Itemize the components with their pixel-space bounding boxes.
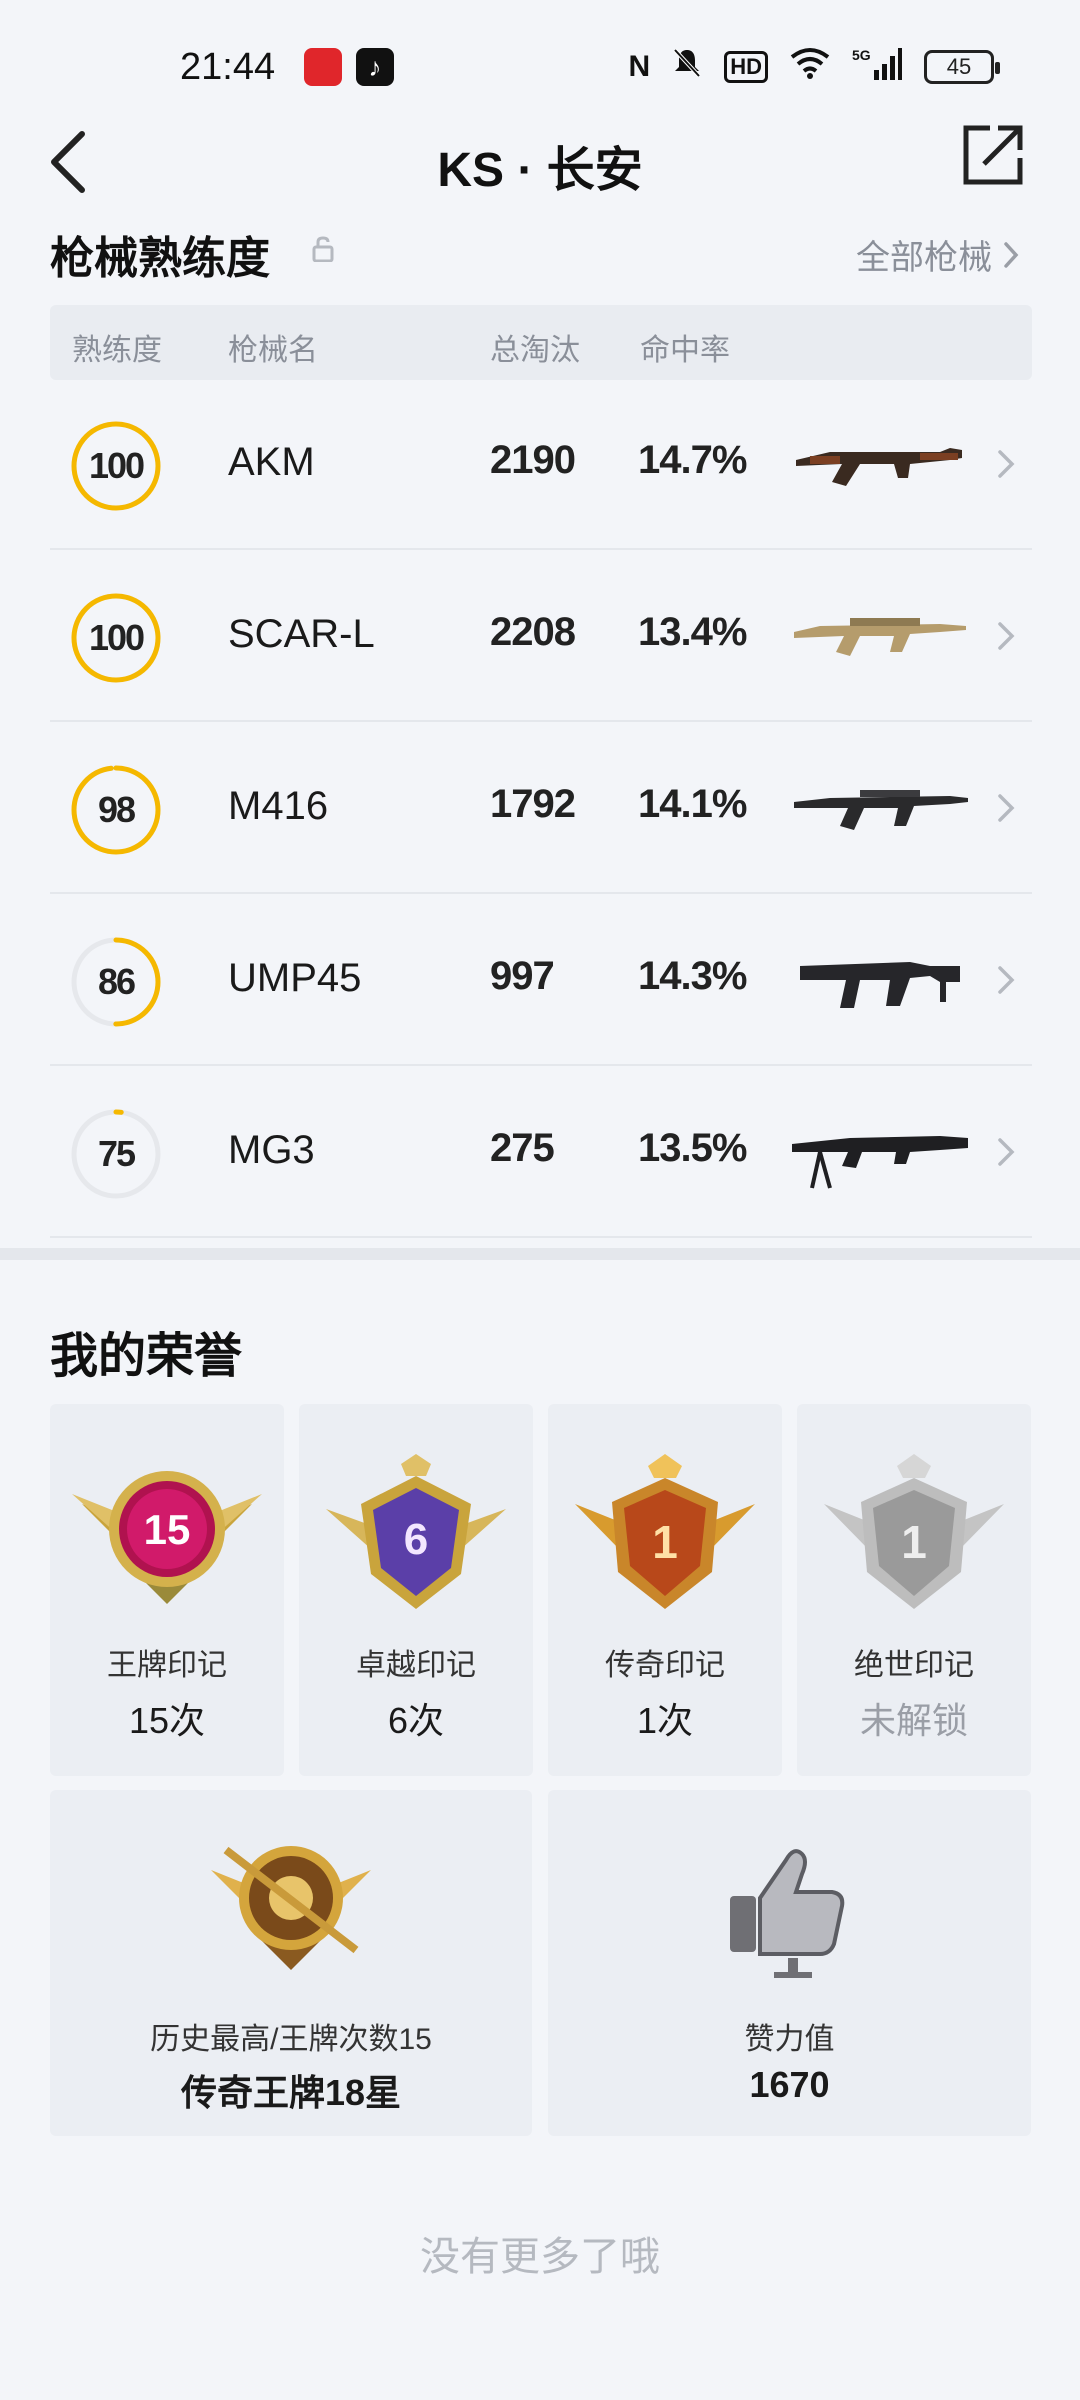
mastery-value: 98	[97, 789, 136, 830]
honor-card-label: 历史最高/王牌次数15	[150, 2023, 432, 2056]
column-mastery: 熟练度	[72, 334, 162, 367]
mastery-value: 75	[97, 1133, 136, 1174]
honor-card-label: 王牌印记	[107, 1649, 227, 1682]
app-notification-icon	[304, 48, 342, 86]
honor-card-label: 卓越印记	[356, 1649, 476, 1682]
honor-title: 我的荣誉	[50, 1330, 243, 1383]
weapon-row[interactable]: 86 UMP45 997 14.3%	[50, 896, 1032, 1066]
total-kills: 1792	[490, 782, 576, 826]
honor-card-value: 6次	[387, 1700, 445, 1741]
honor-card-value: 1次	[636, 1700, 694, 1741]
chevron-right-icon	[998, 622, 1015, 650]
all-weapons-link[interactable]: 全部枪械	[856, 230, 1020, 279]
mastery-value: 100	[88, 617, 145, 658]
all-weapons-label: 全部枪械	[856, 239, 992, 277]
header: KS · 长安	[0, 110, 1080, 210]
column-hit-rate: 命中率	[640, 334, 730, 367]
honor-card-label: 赞力值	[744, 2023, 835, 2056]
chevron-right-icon	[1004, 241, 1019, 268]
share-button[interactable]	[960, 122, 1026, 188]
hit-rate: 14.3%	[638, 954, 747, 998]
honor-card-value: 1670	[749, 2064, 830, 2105]
honor-card-legend[interactable]: 1 传奇印记 1次	[548, 1404, 782, 1776]
honor-card-excellence[interactable]: 6 卓越印记 6次	[299, 1404, 533, 1776]
total-kills: 2208	[490, 610, 576, 654]
total-kills: 275	[490, 1126, 555, 1170]
weapon-name: AKM	[228, 440, 315, 484]
nfc-icon: N	[628, 50, 651, 83]
mastery-value: 86	[97, 961, 136, 1002]
honor-card-likes[interactable]: 赞力值 1670	[548, 1790, 1031, 2136]
status-icons: N HD 5G 45	[628, 46, 1000, 88]
chevron-right-icon	[998, 1138, 1015, 1166]
status-time: 21:44	[180, 46, 276, 88]
ump45-smg-image	[800, 962, 960, 1008]
sniper-rank-badge	[211, 1846, 371, 1970]
column-total-kills: 总淘汰	[490, 334, 580, 367]
honor-card-value: 15次	[128, 1700, 206, 1741]
hd-icon: HD	[724, 51, 768, 83]
honor-card-peerless[interactable]: 1 绝世印记 未解锁	[797, 1404, 1031, 1776]
total-kills: 997	[490, 954, 555, 998]
legend-badge-number: 1	[652, 1516, 678, 1568]
mg3-lmg-image	[792, 1136, 968, 1189]
weapon-mastery-header: 枪械熟练度 全部枪械	[50, 222, 1030, 283]
weapon-name: M416	[228, 784, 329, 828]
chevron-right-icon	[998, 794, 1015, 822]
m416-rifle-image	[794, 790, 968, 830]
weapon-row[interactable]: 100 AKM 2190 14.7%	[50, 380, 1032, 550]
hit-rate: 13.4%	[638, 610, 747, 654]
ace-badge-number: 15	[144, 1506, 191, 1553]
thumbs-up-icon	[730, 1849, 845, 1978]
peerless-badge-number: 1	[901, 1516, 927, 1568]
share-external-icon	[963, 125, 1023, 185]
page-title: KS · 长安	[437, 144, 643, 197]
honor-card-value: 未解锁	[859, 1700, 968, 1741]
section-divider	[0, 1248, 1080, 1260]
excellence-badge: 6	[326, 1454, 506, 1609]
battery-icon: 45	[924, 50, 1000, 84]
weapon-row[interactable]: 75 MG3 275 13.5%	[50, 1068, 1032, 1238]
wifi-icon	[790, 47, 830, 87]
weapon-name: UMP45	[228, 956, 362, 1000]
hit-rate: 14.7%	[638, 438, 747, 482]
weapon-name: MG3	[228, 1128, 315, 1172]
end-of-list-text: 没有更多了哦	[420, 2235, 660, 2279]
total-kills: 2190	[490, 438, 576, 482]
lock-icon	[312, 236, 334, 262]
weapon-row[interactable]: 100 SCAR-L 2208 13.4%	[50, 552, 1032, 722]
weapon-row[interactable]: 98 M416 1792 14.1%	[50, 724, 1032, 894]
ace-badge: 15	[72, 1471, 262, 1604]
akm-rifle-image	[796, 448, 962, 486]
honor-card-label: 传奇印记	[605, 1649, 725, 1682]
chevron-right-icon	[998, 966, 1015, 994]
honor-card-highest-rank[interactable]: 历史最高/王牌次数15 传奇王牌18星	[50, 1790, 532, 2136]
honor-card-value: 传奇王牌18星	[180, 2072, 402, 2113]
hit-rate: 13.5%	[638, 1126, 747, 1170]
weapon-name: SCAR-L	[228, 612, 375, 656]
hit-rate: 14.1%	[638, 782, 747, 826]
honor-card-label: 绝世印记	[854, 1649, 974, 1682]
peerless-badge: 1	[824, 1454, 1004, 1609]
tiktok-notification-icon: ♪	[356, 48, 394, 86]
column-weapon-name: 枪械名	[228, 334, 318, 367]
weapon-table-header: 熟练度 枪械名 总淘汰 命中率	[50, 305, 1032, 380]
chevron-right-icon	[998, 450, 1015, 478]
mute-icon	[672, 47, 702, 87]
mastery-value: 100	[88, 445, 145, 486]
svg-text:5G: 5G	[852, 47, 871, 63]
legend-badge: 1	[575, 1454, 755, 1609]
5g-signal-icon: 5G	[852, 46, 902, 88]
scar-rifle-image	[794, 618, 966, 656]
excellence-badge-number: 6	[404, 1515, 428, 1564]
honor-card-ace[interactable]: 15 王牌印记 15次	[50, 1404, 284, 1776]
